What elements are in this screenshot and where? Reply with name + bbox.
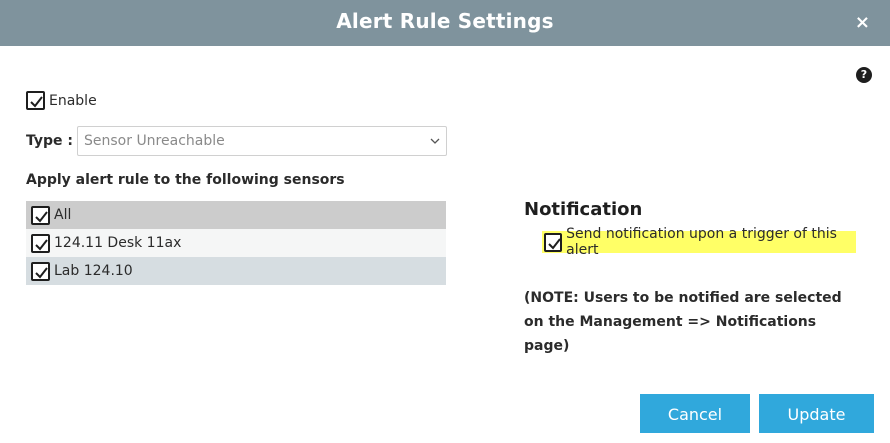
sensors-heading: Apply alert rule to the following sensor… <box>26 172 345 188</box>
type-row: Type : Sensor Unreachable <box>26 126 447 156</box>
send-notification-checkbox[interactable] <box>544 232 563 252</box>
checkmark-icon <box>35 210 48 223</box>
sensor-row-lab[interactable]: Lab 124.10 <box>26 257 446 285</box>
type-select[interactable]: Sensor Unreachable <box>77 126 447 156</box>
checkmark-icon <box>548 237 561 250</box>
checkmark-icon <box>30 96 43 108</box>
sensor-label: 124.11 Desk 11ax <box>54 235 182 251</box>
enable-row[interactable]: Enable <box>26 91 97 110</box>
dialog-title: Alert Rule Settings <box>336 9 554 33</box>
checkmark-icon <box>35 266 48 279</box>
sensor-checkbox-desk[interactable] <box>31 233 50 253</box>
enable-label: Enable <box>49 92 97 109</box>
chevron-down-icon <box>430 138 440 144</box>
sensor-list: All 124.11 Desk 11ax Lab 124.10 <box>26 201 446 285</box>
notification-note: (NOTE: Users to be notified are selected… <box>524 290 842 354</box>
close-icon[interactable]: × <box>855 12 870 34</box>
sensor-row-desk[interactable]: 124.11 Desk 11ax <box>26 229 446 257</box>
sensor-row-all[interactable]: All <box>26 201 446 229</box>
type-select-value: Sensor Unreachable <box>84 133 225 149</box>
sensor-checkbox-all[interactable] <box>31 205 50 225</box>
sensor-label: All <box>54 207 72 223</box>
help-icon[interactable]: ? <box>856 67 872 83</box>
sensor-label: Lab 124.10 <box>54 263 133 279</box>
cancel-button[interactable]: Cancel <box>640 394 750 433</box>
send-notification-label: Send notification upon a trigger of this… <box>566 226 837 258</box>
dialog-header: Alert Rule Settings × <box>0 0 890 46</box>
send-notification-row[interactable]: Send notification upon a trigger of this… <box>542 226 856 258</box>
enable-checkbox[interactable] <box>26 91 45 110</box>
notification-title: Notification <box>524 199 643 220</box>
update-button[interactable]: Update <box>759 394 874 433</box>
type-label: Type : <box>26 133 74 149</box>
sensor-checkbox-lab[interactable] <box>31 261 50 281</box>
checkmark-icon <box>35 238 48 251</box>
